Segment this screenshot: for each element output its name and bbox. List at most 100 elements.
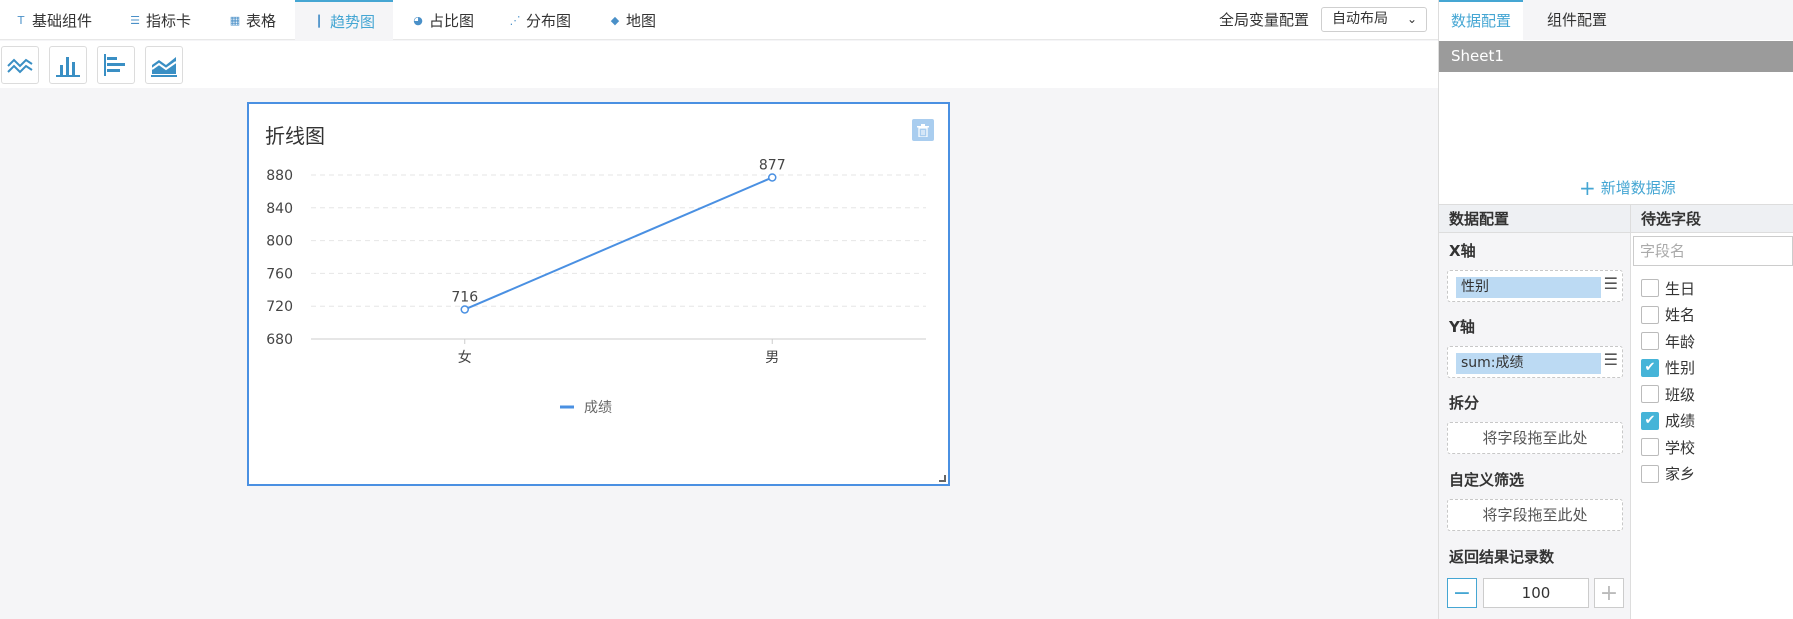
horizontal-bar-type-button[interactable] bbox=[97, 46, 135, 84]
tab-basic-components[interactable]: T 基础组件 bbox=[14, 0, 92, 40]
right-config-panel: 数据配置 组件配置 Sheet1 + 新增数据源 数据配置 X轴 性别 ☰ Y轴 … bbox=[1438, 0, 1793, 619]
tab-map[interactable]: ◆ 地图 bbox=[608, 0, 656, 40]
x-tick-label: 男 bbox=[765, 350, 779, 366]
filter-drop-hint: 将字段拖至此处 bbox=[1482, 506, 1588, 524]
x-tick-label: 女 bbox=[458, 349, 472, 366]
plus-icon: + bbox=[1599, 580, 1619, 606]
menu-icon[interactable]: ☰ bbox=[1604, 274, 1618, 293]
line-chart-icon bbox=[7, 58, 33, 74]
field-item[interactable]: 学校 bbox=[1641, 437, 1695, 457]
tab-label: 占比图 bbox=[429, 11, 475, 30]
minus-icon: − bbox=[1452, 580, 1472, 606]
tab-proportion-chart[interactable]: ◕ 占比图 bbox=[411, 0, 474, 40]
layout-select-value: 自动布局 bbox=[1332, 11, 1388, 27]
tab-indicator-card[interactable]: ☰ 指标卡 bbox=[128, 0, 191, 40]
text-icon: T bbox=[17, 13, 25, 27]
resize-handle[interactable] bbox=[939, 475, 946, 482]
increase-limit-button[interactable]: + bbox=[1594, 578, 1624, 608]
chevron-down-icon: ⌄ bbox=[1406, 12, 1417, 26]
global-variable-config-link[interactable]: 全局变量配置 bbox=[1219, 0, 1309, 40]
tab-table[interactable]: ▦ 表格 bbox=[228, 0, 276, 40]
field-name: 家乡 bbox=[1665, 465, 1696, 483]
field-item[interactable]: 生日 bbox=[1641, 278, 1695, 298]
checkbox[interactable] bbox=[1641, 438, 1659, 456]
tab-trend-chart[interactable]: ┃ 趋势图 bbox=[295, 0, 393, 40]
split-dropzone[interactable]: 将字段拖至此处 bbox=[1447, 422, 1623, 454]
tab-data-config[interactable]: 数据配置 bbox=[1439, 0, 1524, 40]
field-item[interactable]: 姓名 bbox=[1641, 305, 1695, 325]
field-item[interactable]: ✔ 性别 bbox=[1641, 358, 1695, 378]
candidate-fields-column: 待选字段 字段名 生日姓名年龄 ✔ 性别班级 ✔ 成绩学校家乡 bbox=[1631, 204, 1793, 619]
custom-filter-dropzone[interactable]: 将字段拖至此处 bbox=[1447, 499, 1623, 531]
map-icon: ◆ bbox=[610, 13, 620, 27]
tab-component-config[interactable]: 组件配置 bbox=[1535, 0, 1619, 40]
area-chart-type-button[interactable] bbox=[145, 46, 183, 84]
component-tab-bar: T 基础组件 ☰ 指标卡 ▦ 表格 ┃ 趋势图 ◕ 占比图 ⋰ 分布图 ◆ 地图… bbox=[0, 0, 1438, 40]
data-point bbox=[460, 305, 469, 314]
checkbox-checked[interactable]: ✔ bbox=[1641, 358, 1659, 377]
field-name: 年龄 bbox=[1665, 332, 1696, 351]
y-tick-label: 880 bbox=[266, 168, 293, 184]
field-name: 班级 bbox=[1665, 385, 1696, 404]
bar-trend-icon: ┃ bbox=[315, 14, 323, 28]
y-tick-label: 720 bbox=[266, 299, 293, 315]
tab-label: 表格 bbox=[246, 11, 277, 30]
line-chart-type-button[interactable] bbox=[1, 46, 39, 84]
result-limit-input[interactable]: 100 bbox=[1483, 578, 1589, 608]
split-drop-hint: 将字段拖至此处 bbox=[1482, 429, 1588, 447]
checkbox[interactable] bbox=[1641, 332, 1659, 350]
column-chart-type-button[interactable] bbox=[49, 46, 87, 84]
field-name: 生日 bbox=[1665, 279, 1696, 298]
y-axis-label: Y轴 bbox=[1449, 318, 1475, 336]
checkbox-checked[interactable]: ✔ bbox=[1641, 411, 1659, 430]
add-data-source-button[interactable]: + 新增数据源 bbox=[1579, 176, 1676, 200]
data-point bbox=[768, 173, 777, 182]
field-search-input[interactable]: 字段名 bbox=[1633, 236, 1793, 266]
result-limit-label: 返回结果记录数 bbox=[1449, 548, 1555, 566]
x-axis-dropzone[interactable]: 性别 ☰ bbox=[1447, 270, 1623, 302]
plus-icon: + bbox=[1579, 176, 1596, 200]
table-icon: ▦ bbox=[229, 13, 241, 27]
config-column-header: 数据配置 bbox=[1439, 204, 1630, 233]
x-axis-field-pill[interactable]: 性别 bbox=[1456, 277, 1601, 298]
y-tick-label: 680 bbox=[266, 332, 293, 348]
tab-label: 分布图 bbox=[526, 11, 572, 30]
x-axis-label: X轴 bbox=[1449, 242, 1476, 260]
checkbox[interactable] bbox=[1641, 385, 1659, 403]
checkbox[interactable] bbox=[1641, 464, 1659, 483]
card-icon: ☰ bbox=[130, 13, 140, 27]
data-label: 877 bbox=[759, 157, 786, 173]
field-name: 姓名 bbox=[1665, 306, 1696, 324]
area-chart-icon bbox=[151, 57, 177, 77]
y-axis-dropzone[interactable]: sum:成绩 ☰ bbox=[1447, 346, 1623, 378]
field-item[interactable]: 家乡 bbox=[1641, 464, 1695, 484]
y-tick-label: 840 bbox=[266, 201, 293, 217]
pie-icon: ◕ bbox=[413, 13, 423, 27]
y-axis-field-name: sum:成绩 bbox=[1461, 355, 1524, 371]
data-config-column: 数据配置 X轴 性别 ☰ Y轴 sum:成绩 ☰ 拆分 将字段拖至此处 自定义筛… bbox=[1439, 204, 1631, 619]
field-name: 性别 bbox=[1665, 359, 1696, 377]
fields-column-header: 待选字段 bbox=[1631, 204, 1793, 233]
data-source-sheet[interactable]: Sheet1 bbox=[1439, 41, 1793, 72]
line-chart: 680 720 760 800 840 880 女 男 716 877 成绩 bbox=[266, 157, 926, 416]
x-axis-field-name: 性别 bbox=[1461, 279, 1489, 295]
custom-filter-label: 自定义筛选 bbox=[1449, 471, 1525, 489]
decrease-limit-button[interactable]: − bbox=[1447, 578, 1477, 608]
layout-select[interactable]: 自动布局 ⌄ bbox=[1321, 7, 1427, 32]
tab-distribution-chart[interactable]: ⋰ 分布图 bbox=[508, 0, 572, 40]
field-item[interactable]: 年龄 bbox=[1641, 331, 1695, 351]
y-tick-label: 760 bbox=[266, 266, 293, 282]
legend-label: 成绩 bbox=[584, 400, 612, 416]
field-item[interactable]: 班级 bbox=[1641, 384, 1695, 404]
column-chart-icon bbox=[56, 57, 80, 77]
scatter-icon: ⋰ bbox=[509, 13, 521, 27]
field-item[interactable]: ✔ 成绩 bbox=[1641, 411, 1695, 431]
checkbox[interactable] bbox=[1641, 279, 1659, 297]
add-data-source-label: 新增数据源 bbox=[1600, 179, 1676, 197]
checkbox[interactable] bbox=[1641, 305, 1659, 324]
chart-type-toolbar bbox=[0, 41, 1438, 88]
tab-label: 指标卡 bbox=[146, 11, 192, 30]
chart-widget[interactable]: 折线图 680 720 760 800 840 880 女男 716 877 成绩 bbox=[247, 102, 950, 486]
menu-icon[interactable]: ☰ bbox=[1604, 350, 1618, 369]
y-axis-field-pill[interactable]: sum:成绩 bbox=[1456, 353, 1601, 374]
